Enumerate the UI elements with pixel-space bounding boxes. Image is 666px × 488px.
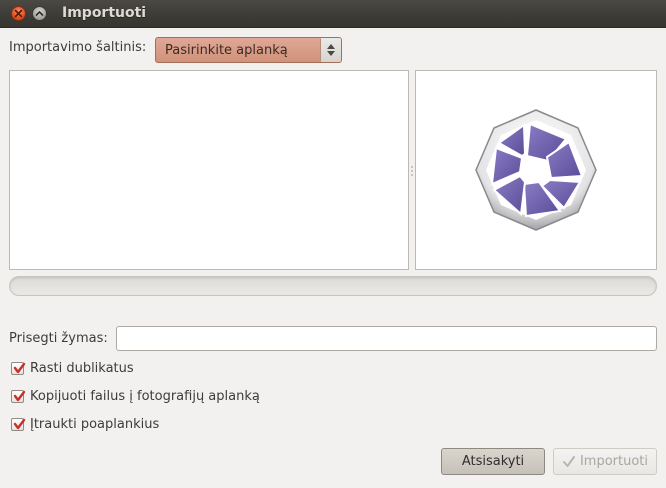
import-button[interactable]: Importuoti — [553, 448, 657, 475]
minimize-icon[interactable] — [32, 6, 47, 21]
tags-input[interactable] — [116, 326, 657, 351]
copy-files-label: Kopijuoti failus į fotografijų aplanką — [30, 389, 260, 404]
checkmark-icon — [13, 362, 26, 374]
import-source-combobox[interactable]: Pasirinkite aplanką — [155, 37, 342, 63]
title-bar: Importuoti — [0, 0, 666, 28]
option-include-subfolders[interactable]: Įtraukti poaplankius — [11, 417, 159, 432]
import-progress-bar — [9, 276, 657, 296]
import-source-value: Pasirinkite aplanką — [165, 42, 288, 58]
find-duplicates-checkbox[interactable] — [11, 362, 26, 375]
checkmark-icon — [13, 418, 26, 430]
pane-resize-handle[interactable] — [410, 166, 414, 176]
preview-pane — [415, 70, 657, 270]
combo-arrows-icon[interactable] — [321, 38, 341, 62]
window-title: Importuoti — [62, 5, 147, 21]
checkmark-icon — [13, 390, 26, 402]
cancel-button[interactable]: Atsisakyti — [441, 448, 545, 475]
include-subfolders-label: Įtraukti poaplankius — [30, 417, 160, 432]
find-duplicates-label: Rasti dublikatus — [30, 361, 134, 376]
tags-label: Prisegti žymas: — [9, 331, 108, 346]
copy-files-checkbox[interactable] — [11, 390, 26, 403]
checkmark-icon — [562, 455, 575, 467]
f-spot-aperture-logo — [475, 109, 597, 231]
close-icon[interactable] — [11, 6, 26, 21]
import-source-label: Importavimo šaltinis: — [9, 40, 147, 55]
include-subfolders-checkbox[interactable] — [11, 418, 26, 431]
option-copy-files[interactable]: Kopijuoti failus į fotografijų aplanką — [11, 389, 260, 404]
option-find-duplicates[interactable]: Rasti dublikatus — [11, 361, 134, 376]
photo-list-pane[interactable] — [9, 70, 409, 270]
import-button-label: Importuoti — [579, 454, 649, 469]
